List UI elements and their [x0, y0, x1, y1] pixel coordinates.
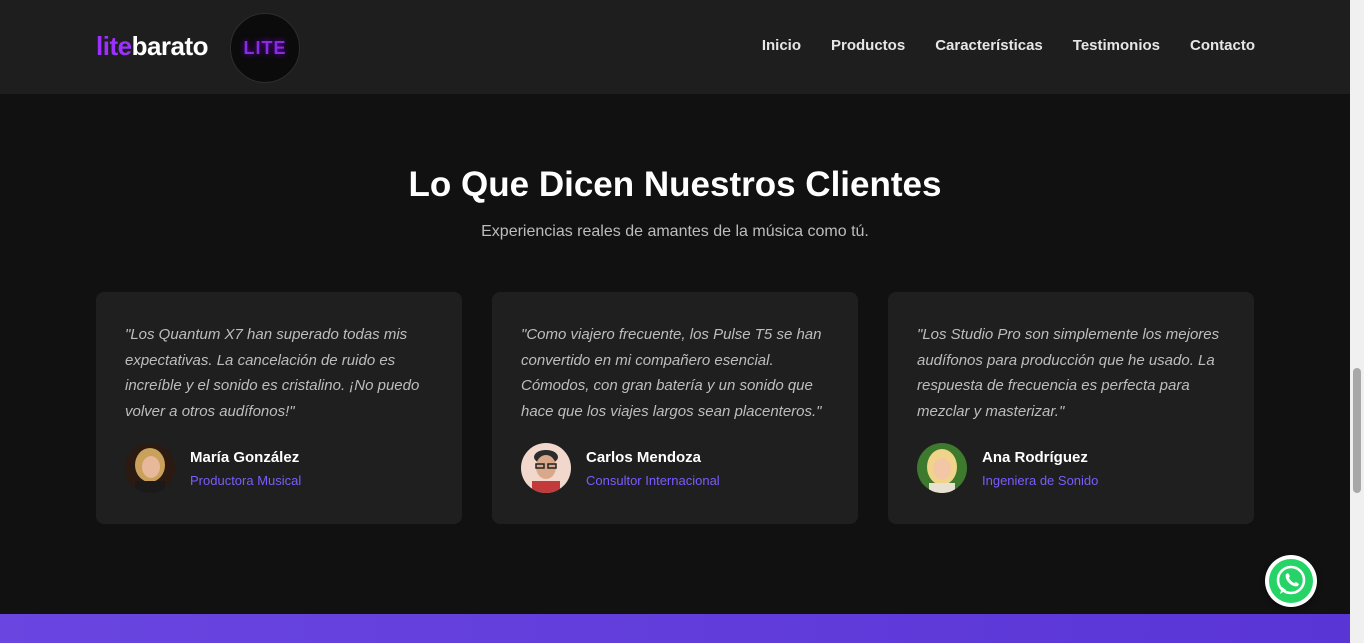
nav-caracteristicas[interactable]: Características	[935, 37, 1043, 54]
section-title: Lo Que Dicen Nuestros Clientes	[408, 165, 942, 204]
testimonial-author: María González Productora Musical	[125, 443, 301, 493]
main-nav: Inicio Productos Características Testimo…	[762, 37, 1255, 54]
brand-lite: lite	[96, 31, 132, 61]
brand-barato: barato	[131, 31, 209, 61]
testimonial-card: "Como viajero frecuente, los Pulse T5 se…	[492, 292, 858, 524]
nav-contacto[interactable]: Contacto	[1190, 37, 1255, 54]
footer-bar	[0, 614, 1350, 643]
testimonial-author: Ana Rodríguez Ingeniera de Sonido	[917, 443, 1098, 493]
author-name: Ana Rodríguez	[982, 448, 1088, 466]
section-subtitle: Experiencias reales de amantes de la mús…	[481, 223, 869, 240]
page-scrollbar[interactable]	[1350, 0, 1364, 643]
testimonial-quote: "Los Quantum X7 han superado todas mis e…	[125, 326, 420, 421]
avatar	[917, 443, 967, 493]
avatar	[125, 443, 175, 493]
testimonial-author: Carlos Mendoza Consultor Internacional	[521, 443, 720, 493]
author-name: María González	[190, 448, 300, 466]
nav-inicio[interactable]: Inicio	[762, 37, 801, 54]
testimonial-quote: "Los Studio Pro son simplemente los mejo…	[917, 326, 1220, 421]
testimonials-list: "Los Quantum X7 han superado todas mis e…	[96, 292, 1254, 524]
scrollbar-thumb[interactable]	[1353, 368, 1361, 493]
author-role: Consultor Internacional	[586, 472, 720, 488]
lite-badge-text: LITE	[243, 37, 287, 58]
author-role: Productora Musical	[190, 472, 302, 488]
avatar	[521, 443, 571, 493]
nav-productos[interactable]: Productos	[831, 37, 905, 54]
whatsapp-button[interactable]	[1265, 555, 1317, 607]
whatsapp-icon	[1269, 559, 1313, 603]
site-header: litebarato LITE Inicio Productos Caracte…	[0, 0, 1350, 94]
author-name: Carlos Mendoza	[586, 448, 702, 466]
nav-testimonios[interactable]: Testimonios	[1073, 37, 1160, 54]
testimonial-card: "Los Quantum X7 han superado todas mis e…	[96, 292, 462, 524]
testimonial-card: "Los Studio Pro son simplemente los mejo…	[888, 292, 1254, 524]
brand-logo[interactable]: litebarato	[96, 31, 209, 62]
author-role: Ingeniera de Sonido	[982, 472, 1099, 488]
testimonial-quote: "Como viajero frecuente, los Pulse T5 se…	[521, 326, 822, 421]
lite-badge: LITE	[230, 13, 300, 83]
